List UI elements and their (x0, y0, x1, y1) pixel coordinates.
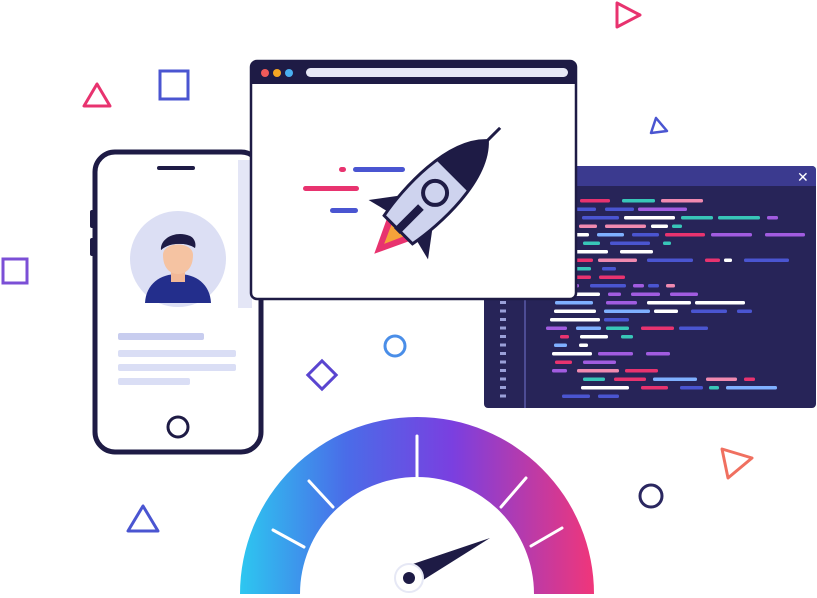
phone-side-button (90, 210, 95, 228)
triangle-shape (720, 447, 754, 480)
triangle-shape (615, 1, 642, 29)
speedometer-icon (240, 417, 594, 594)
diamond-shape (305, 358, 339, 392)
profile-text-line (118, 378, 190, 385)
home-button-icon[interactable] (166, 415, 190, 439)
circle-shape (638, 483, 664, 509)
profile-text-line (118, 350, 236, 357)
illustration: ✕ (1, 1, 816, 594)
square-shape (158, 69, 190, 101)
phone-side-button (90, 238, 95, 256)
window-minimize-dot[interactable] (273, 69, 281, 77)
phone-speaker (157, 166, 195, 170)
profile-text-line (118, 333, 204, 340)
triangle-shape (649, 116, 669, 135)
close-icon[interactable]: ✕ (797, 170, 809, 186)
window-maximize-dot[interactable] (285, 69, 293, 77)
square-shape (1, 257, 29, 285)
user-avatar-icon (130, 211, 226, 307)
browser-window (249, 59, 578, 301)
triangle-shape (126, 504, 160, 533)
window-close-dot[interactable] (261, 69, 269, 77)
smartphone (90, 149, 264, 455)
profile-text-line (118, 364, 236, 371)
circle-shape (383, 334, 407, 358)
address-bar[interactable] (306, 68, 568, 77)
triangle-shape (82, 82, 112, 108)
